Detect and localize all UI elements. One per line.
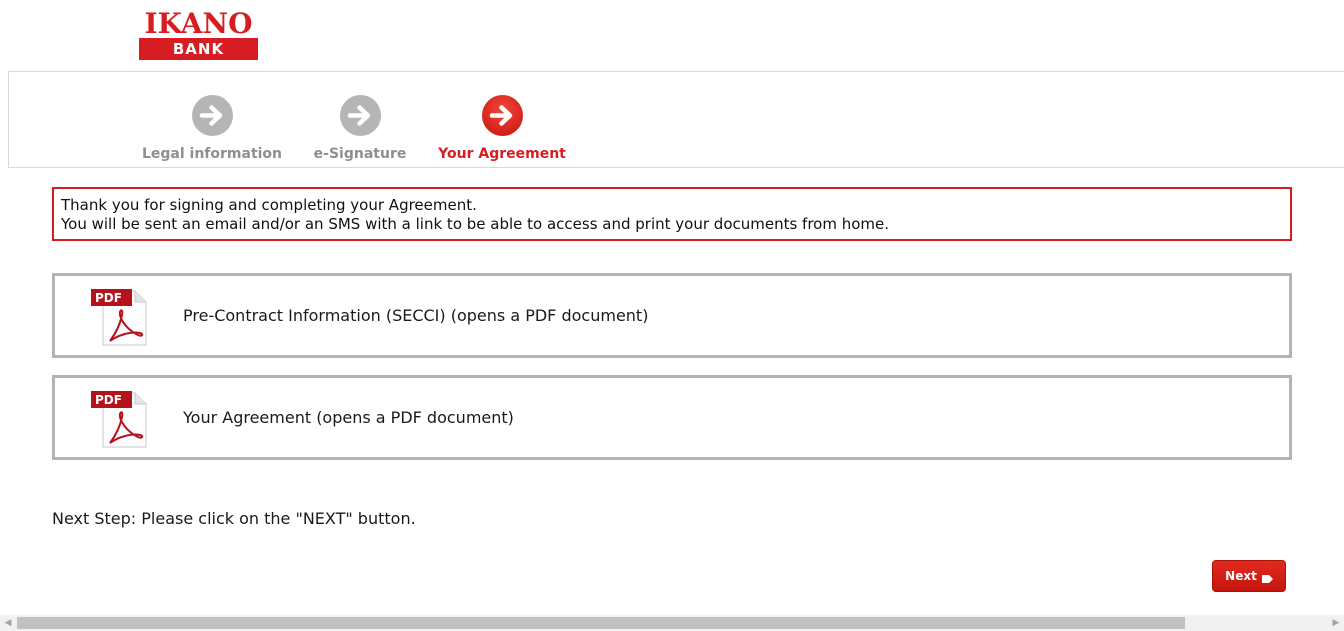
pdf-icon-text: PDF	[95, 291, 122, 305]
step-label: Legal information	[141, 146, 283, 162]
horizontal-scrollbar[interactable]: ◀ ▶	[0, 615, 1344, 631]
arrow-right-circle-icon	[339, 95, 381, 136]
next-button-label: Next	[1225, 569, 1257, 583]
logo-wordmark: IKANO	[144, 7, 253, 40]
tag-arrow-icon	[1261, 572, 1273, 583]
completion-notice: Thank you for signing and completing you…	[52, 187, 1292, 241]
progress-steps: Legal information e-Signature Your Agree…	[8, 71, 1344, 168]
pdf-icon: PDF	[88, 285, 150, 347]
step-your-agreement: Your Agreement	[432, 95, 572, 162]
document-label: Pre-Contract Information (SECCI) (opens …	[183, 306, 649, 325]
next-button[interactable]: Next	[1212, 560, 1286, 592]
notice-line-1: Thank you for signing and completing you…	[61, 196, 477, 214]
scroll-right-icon[interactable]: ▶	[1328, 615, 1344, 631]
scrollbar-thumb[interactable]	[17, 617, 1185, 629]
step-label: Your Agreement	[438, 146, 566, 162]
step-e-signature: e-Signature	[308, 95, 412, 162]
step-legal-information: Legal information	[140, 95, 284, 162]
document-label: Your Agreement (opens a PDF document)	[183, 408, 514, 427]
logo-subtitle: BANK	[139, 38, 258, 60]
arrow-right-circle-icon	[191, 95, 233, 136]
step-label: e-Signature	[313, 146, 407, 162]
arrow-right-circle-icon	[481, 95, 523, 136]
next-step-instruction: Next Step: Please click on the "NEXT" bu…	[52, 509, 416, 528]
document-link-agreement[interactable]: PDF Your Agreement (opens a PDF document…	[52, 375, 1292, 460]
ikano-bank-logo: IKANO BANK	[139, 9, 258, 61]
pdf-icon-text: PDF	[95, 393, 122, 407]
document-link-secci[interactable]: PDF Pre-Contract Information (SECCI) (op…	[52, 273, 1292, 358]
pdf-icon: PDF	[88, 387, 150, 449]
scroll-left-icon[interactable]: ◀	[0, 615, 16, 631]
notice-line-2: You will be sent an email and/or an SMS …	[61, 215, 890, 233]
